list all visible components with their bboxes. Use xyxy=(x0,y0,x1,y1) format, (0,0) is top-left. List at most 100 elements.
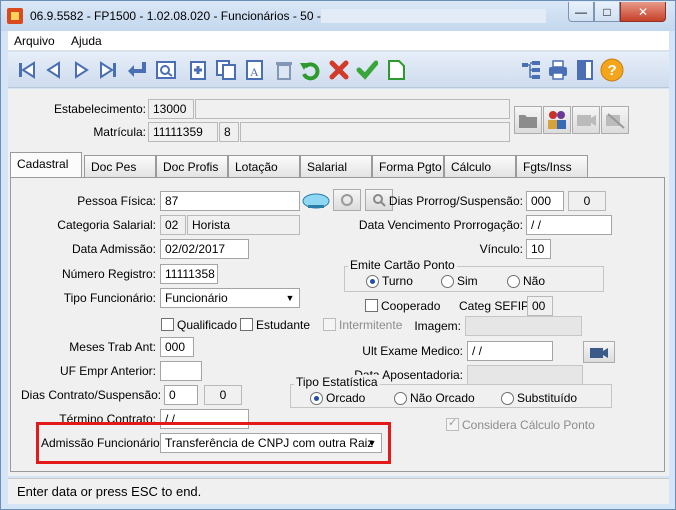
matricula-label: Matrícula: xyxy=(93,125,146,139)
data-vencimento-field[interactable]: / / xyxy=(526,215,612,235)
tab-lotacao[interactable]: Lotação xyxy=(228,155,300,177)
next-record-icon[interactable] xyxy=(68,57,94,83)
numero-registro-label: Número Registro: xyxy=(61,267,156,281)
estat-substituido-radio[interactable] xyxy=(501,392,514,405)
cartao-sim-label: Sim xyxy=(457,274,478,288)
svg-text:A: A xyxy=(250,65,259,79)
cloud-lookup-icon xyxy=(302,193,330,209)
tab-doc-profis[interactable]: Doc Profis xyxy=(156,155,228,177)
estat-nao-orcado-radio[interactable] xyxy=(394,392,407,405)
cooperado-checkbox[interactable] xyxy=(365,299,378,312)
goto-return-icon[interactable] xyxy=(124,57,150,83)
app-icon xyxy=(7,8,23,24)
data-admissao-field[interactable]: 02/02/2017 xyxy=(160,239,249,259)
delete-trash-icon[interactable] xyxy=(271,57,297,83)
window-title: 06.9.5582 - FP1500 - 1.02.08.020 - Funci… xyxy=(30,9,321,23)
add-record-icon[interactable] xyxy=(186,57,212,83)
search-zoom-icon[interactable] xyxy=(153,57,179,83)
menu-ajuda[interactable]: Ajuda xyxy=(71,34,102,48)
first-record-icon[interactable] xyxy=(14,57,40,83)
tab-forma-pgto[interactable]: Forma Pgto xyxy=(372,155,444,177)
people-button[interactable] xyxy=(543,106,571,134)
vinculo-label: Vínculo: xyxy=(479,242,523,256)
status-text: Enter data or press ESC to end. xyxy=(17,484,202,499)
tree-structure-icon[interactable] xyxy=(518,57,544,83)
estat-orcado-radio[interactable] xyxy=(310,392,323,405)
categoria-desc-field: Horista xyxy=(187,215,300,235)
new-document-icon[interactable] xyxy=(383,57,409,83)
dias-prorrog-field[interactable]: 000 xyxy=(526,191,564,211)
qualificado-label: Qualificado xyxy=(177,318,238,332)
status-bar: Enter data or press ESC to end. xyxy=(8,478,669,504)
imagem-field xyxy=(465,316,582,336)
ult-exame-field[interactable]: / / xyxy=(467,341,553,361)
people-icon xyxy=(548,111,566,129)
tipo-funcionario-select[interactable]: Funcionário ▼ xyxy=(160,288,300,308)
pessoa-fisica-field[interactable]: 87 xyxy=(160,191,300,211)
estudante-checkbox[interactable] xyxy=(240,318,253,331)
application-window: 06.9.5582 - FP1500 - 1.02.08.020 - Funci… xyxy=(0,0,676,510)
cartao-turno-radio[interactable] xyxy=(366,275,379,288)
categ-sefip-field[interactable]: 00 xyxy=(527,296,553,316)
numero-registro-field[interactable]: 11111358 xyxy=(160,264,218,284)
dias-contrato-field[interactable]: 0 xyxy=(164,385,198,405)
imagem-label: Imagem: xyxy=(414,319,461,333)
cancel-icon[interactable] xyxy=(326,57,352,83)
tab-cadastral[interactable]: Cadastral xyxy=(10,152,82,178)
tab-salarial[interactable]: Salarial xyxy=(300,155,372,177)
data-admissao-label: Data Admissão: xyxy=(71,242,156,256)
dias-prorrog-label: Dias Prorrog/Suspensão: xyxy=(388,194,523,208)
content-area: Estabelecimento: 13000 Matrícula: 111113… xyxy=(8,89,669,476)
previous-record-icon[interactable] xyxy=(41,57,67,83)
minimize-button[interactable]: — xyxy=(568,2,594,22)
pessoa-fisica-lookup-button[interactable] xyxy=(300,189,332,211)
dias-contrato-label: Dias Contrato/Suspensão: xyxy=(21,388,162,402)
categoria-code-field[interactable]: 02 xyxy=(160,215,186,235)
uf-empr-label: UF Empr Anterior: xyxy=(59,364,156,378)
qualificado-checkbox[interactable] xyxy=(161,318,174,331)
help-icon[interactable]: ? xyxy=(599,57,625,83)
svg-text:?: ? xyxy=(608,62,617,79)
estabelecimento-label: Estabelecimento: xyxy=(53,102,146,116)
cartao-nao-label: Não xyxy=(523,274,546,288)
estabelecimento-field[interactable]: 13000 xyxy=(148,99,194,119)
last-record-icon[interactable] xyxy=(95,57,121,83)
menu-arquivo[interactable]: Arquivo xyxy=(14,34,55,48)
matricula-field[interactable]: 11111359 xyxy=(148,122,218,142)
intermitente-checkbox[interactable] xyxy=(323,318,336,331)
cartao-nao-radio[interactable] xyxy=(507,275,520,288)
tab-fgts-inss[interactable]: Fgts/Inss xyxy=(516,155,588,177)
maximize-button[interactable]: □ xyxy=(594,2,620,22)
camera-icon xyxy=(577,115,596,126)
cartao-sim-radio[interactable] xyxy=(441,275,454,288)
menu-bar: Arquivo Ajuda xyxy=(8,31,669,51)
meses-trab-label: Meses Trab Ant: xyxy=(69,340,156,354)
undo-icon[interactable] xyxy=(297,57,323,83)
data-vencimento-label: Data Vencimento Prorrogação: xyxy=(358,218,523,232)
categ-sefip-label: Categ SEFIP: xyxy=(459,299,533,313)
print-icon[interactable] xyxy=(545,57,571,83)
matricula-desc-field xyxy=(240,122,510,142)
close-button[interactable]: ✕ xyxy=(620,2,666,22)
confirm-check-icon[interactable] xyxy=(354,57,380,83)
tab-calculo[interactable]: Cálculo xyxy=(444,155,516,177)
camera-button[interactable] xyxy=(572,106,600,134)
meses-trab-field[interactable]: 000 xyxy=(160,337,194,357)
considera-calculo-checkbox[interactable]: ✓ xyxy=(446,417,459,431)
exit-door-icon[interactable] xyxy=(572,57,598,83)
data-aposentadoria-field xyxy=(467,365,583,385)
exame-camera-button[interactable] xyxy=(583,341,615,363)
estat-orcado-label: Orcado xyxy=(326,391,366,405)
uf-empr-field[interactable] xyxy=(160,361,202,381)
tipo-funcionario-value: Funcionário xyxy=(165,291,228,305)
video-button[interactable] xyxy=(601,106,629,134)
edit-text-icon[interactable]: A xyxy=(242,57,268,83)
vinculo-field[interactable]: 10 xyxy=(526,239,551,259)
dias-contrato-extra-field: 0 xyxy=(204,385,242,405)
title-bar: 06.9.5582 - FP1500 - 1.02.08.020 - Funci… xyxy=(1,1,675,31)
tab-doc-pes[interactable]: Doc Pes xyxy=(84,155,156,177)
copy-record-icon[interactable] xyxy=(213,57,239,83)
pessoa-fisica-label: Pessoa Física: xyxy=(77,194,156,208)
folder-button[interactable] xyxy=(514,106,542,134)
estat-substituido-label: Substituído xyxy=(517,391,578,405)
